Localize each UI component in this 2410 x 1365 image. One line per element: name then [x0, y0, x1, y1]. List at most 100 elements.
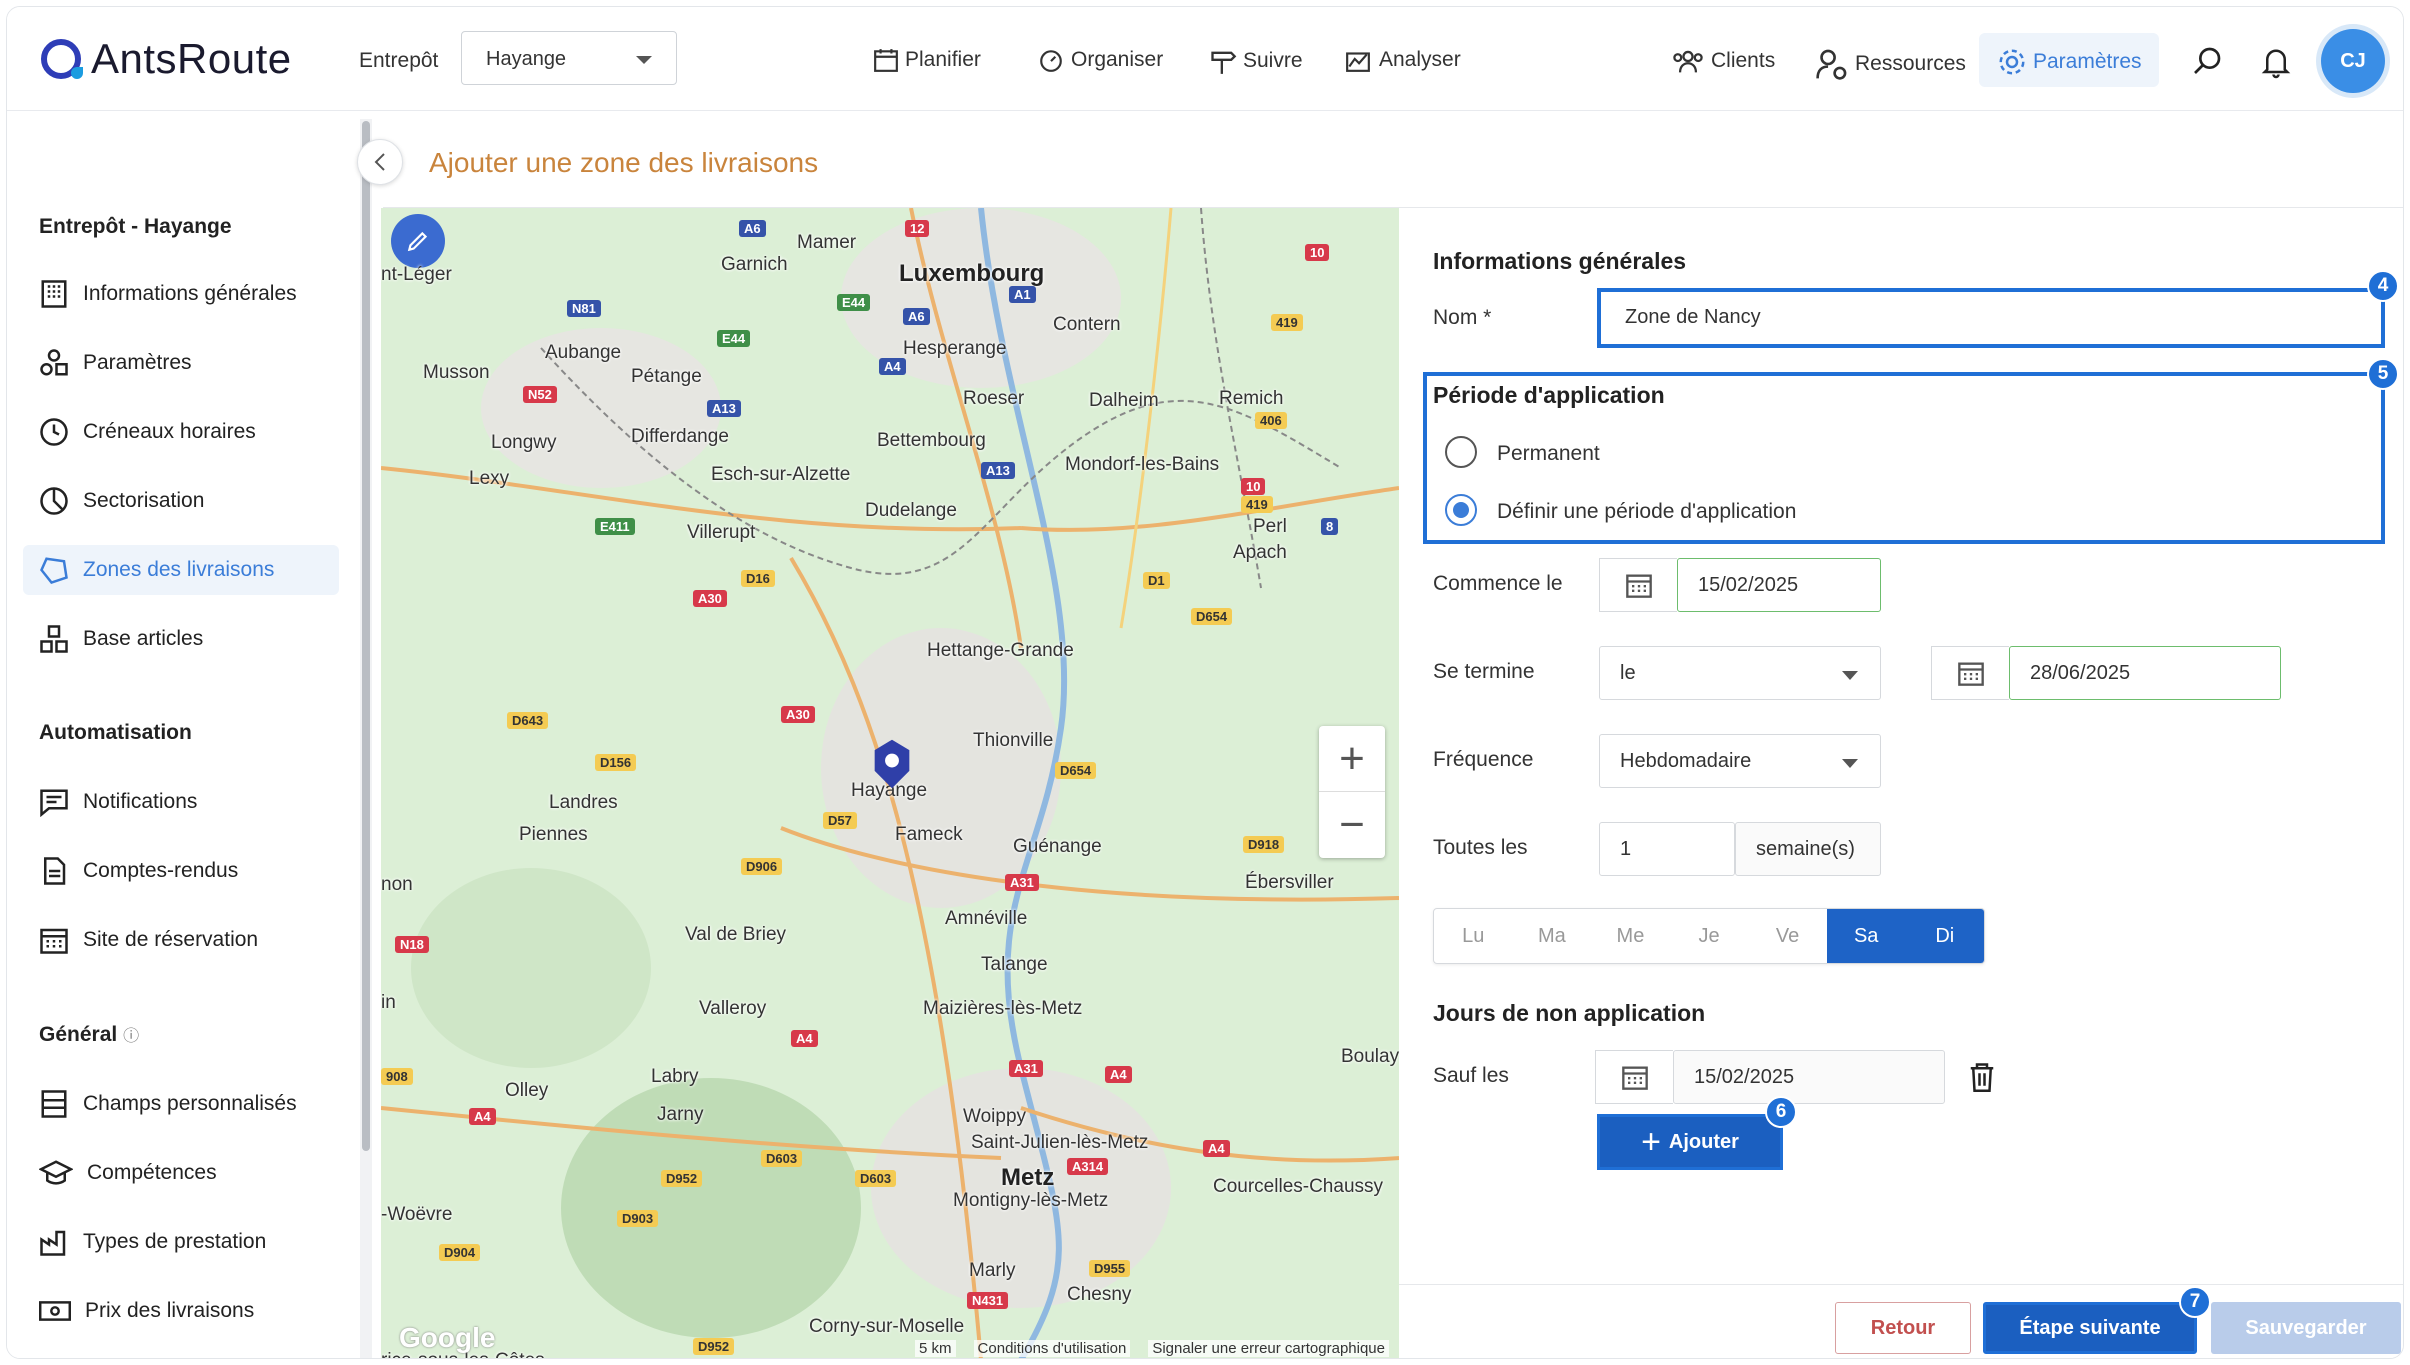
day-ma[interactable]: Ma [1513, 909, 1592, 963]
notifications-button[interactable] [2261, 45, 2297, 79]
scroll-thumb[interactable] [362, 121, 370, 1151]
warehouse-select[interactable]: Hayange [461, 31, 677, 85]
road-label: A4 [791, 1030, 818, 1047]
day-di[interactable]: Di [1905, 909, 1984, 963]
sidebar-item-comptes-rendus[interactable]: Comptes-rendus [23, 846, 339, 896]
sidebar-item-competences[interactable]: Compétences [23, 1148, 339, 1198]
calendar-icon [1625, 574, 1652, 598]
map-place: Valleroy [699, 998, 767, 1019]
sidebar-item-types-prestation[interactable]: Types de prestation [23, 1217, 339, 1267]
delete-except-button[interactable] [1967, 1060, 1997, 1099]
sidebar-scrollbar[interactable] [360, 119, 372, 1358]
map-pin-icon [874, 739, 910, 789]
sidebar-item-prix[interactable]: Prix des livraisons [23, 1286, 339, 1336]
map-place: Luxembourg [899, 260, 1045, 287]
map-place: Boulay [1341, 1046, 1399, 1067]
back-button[interactable]: Retour [1835, 1302, 1971, 1354]
day-sa[interactable]: Sa [1826, 909, 1906, 963]
sidebar-item-label: Compétences [87, 1161, 217, 1184]
add-except-button[interactable]: + Ajouter [1597, 1114, 1783, 1170]
sidebar-item-site-reservation[interactable]: Site de réservation [23, 915, 339, 965]
page-title: Ajouter une zone des livraisons [429, 147, 819, 178]
caret-down-icon [1842, 671, 1858, 680]
nav-label: Suivre [1243, 49, 1303, 72]
radio-define-label[interactable]: Définir une période d'application [1497, 500, 1796, 524]
search-button[interactable] [2191, 45, 2229, 77]
ends-mode-select[interactable]: le [1599, 646, 1881, 700]
every-input[interactable]: 1 [1599, 822, 1735, 876]
radio-permanent[interactable] [1445, 436, 1477, 468]
start-date-input[interactable]: 15/02/2025 [1677, 558, 1881, 612]
nav-ressources[interactable]: Ressources [1815, 47, 1966, 81]
start-calendar-button[interactable] [1599, 558, 1677, 612]
day-me[interactable]: Me [1591, 909, 1670, 963]
radio-permanent-label[interactable]: Permanent [1497, 442, 1600, 466]
day-lu[interactable]: Lu [1434, 909, 1513, 963]
road-label: D643 [507, 712, 549, 729]
sidebar-item-sectorisation[interactable]: Sectorisation [23, 476, 339, 526]
sidebar-item-base-articles[interactable]: Base articles [23, 614, 339, 664]
day-ve[interactable]: Ve [1748, 909, 1827, 963]
collapse-sidebar-button[interactable] [357, 139, 403, 185]
name-input[interactable]: Zone de Nancy [1601, 292, 2381, 344]
ends-mode-value: le [1620, 662, 1636, 684]
nav-analyser[interactable]: Analyser [1343, 47, 1461, 73]
road-label: 8 [1321, 518, 1339, 535]
logo[interactable]: AntsRoute [41, 35, 292, 83]
clock-icon [40, 418, 68, 446]
factory-icon [40, 1230, 66, 1256]
day-je[interactable]: Je [1670, 909, 1749, 963]
nav-clients[interactable]: Clients [1671, 47, 1775, 75]
message-icon [40, 789, 68, 817]
sidebar-item-zones[interactable]: Zones des livraisons [23, 545, 339, 595]
nav-planifier[interactable]: Planifier [873, 47, 981, 73]
nav-suivre[interactable]: Suivre [1209, 47, 1303, 75]
save-button[interactable]: Sauvegarder [2211, 1302, 2401, 1354]
calendar-icon [1957, 662, 1984, 686]
info-icon[interactable]: ⓘ [123, 1028, 139, 1045]
nav-label: Clients [1711, 49, 1776, 72]
sidebar-item-informations[interactable]: Informations générales [23, 269, 339, 319]
frequency-label: Fréquence [1433, 748, 1534, 771]
warehouse-label: Entrepôt [359, 49, 439, 72]
boxes-icon [40, 625, 68, 653]
sidebar-section-automatisation: Automatisation [39, 721, 192, 744]
map-place: Lexy [469, 468, 510, 489]
except-date-input[interactable]: 15/02/2025 [1673, 1050, 1945, 1104]
road-label: 419 [1241, 496, 1273, 513]
map[interactable]: Mamer Luxembourg Garnich nt-Léger Conter… [381, 208, 1399, 1358]
map-place: Woippy [963, 1106, 1027, 1127]
zoom-controls: + − [1319, 726, 1385, 858]
road-label: 908 [381, 1068, 413, 1085]
terms-link[interactable]: Conditions d'utilisation [973, 1339, 1131, 1357]
list-box-icon [41, 1090, 67, 1118]
sidebar-item-notifications[interactable]: Notifications [23, 777, 339, 827]
sidebar-item-parametres[interactable]: Paramètres [23, 338, 339, 388]
nav-organiser[interactable]: Organiser [1037, 47, 1163, 73]
sidebar-item-champs[interactable]: Champs personnalisés [23, 1079, 339, 1129]
road-label: N431 [967, 1292, 1009, 1309]
except-calendar-button[interactable] [1595, 1050, 1673, 1104]
road-label: N81 [567, 300, 601, 317]
map-place: Landres [549, 792, 618, 813]
sidebar-item-label: Sectorisation [83, 489, 205, 512]
zoom-out-button[interactable]: − [1319, 792, 1385, 858]
end-calendar-button[interactable] [1931, 646, 2009, 700]
radio-define-period[interactable] [1445, 494, 1477, 526]
warehouse-pin[interactable] [871, 738, 913, 795]
gauge-icon [1040, 50, 1062, 72]
road-label: A1 [1009, 286, 1036, 303]
road-label: D603 [761, 1150, 803, 1167]
sidebar-item-label: Notifications [83, 790, 198, 813]
avatar[interactable]: CJ [2321, 29, 2385, 93]
nav-parametres[interactable]: Paramètres [1997, 47, 2142, 77]
frequency-select[interactable]: Hebdomadaire [1599, 734, 1881, 788]
draw-zone-button[interactable] [391, 214, 445, 268]
sidebar-item-label: Types de prestation [83, 1230, 267, 1253]
zoom-in-button[interactable]: + [1319, 726, 1385, 792]
report-error-link[interactable]: Signaler une erreur cartographique [1148, 1339, 1389, 1357]
next-step-button[interactable]: Étape suivante [1983, 1302, 2197, 1354]
top-bar: AntsRoute Entrepôt Hayange Planifier Org… [7, 7, 2403, 111]
sidebar-item-creneaux[interactable]: Créneaux horaires [23, 407, 339, 457]
end-date-input[interactable]: 28/06/2025 [2009, 646, 2281, 700]
